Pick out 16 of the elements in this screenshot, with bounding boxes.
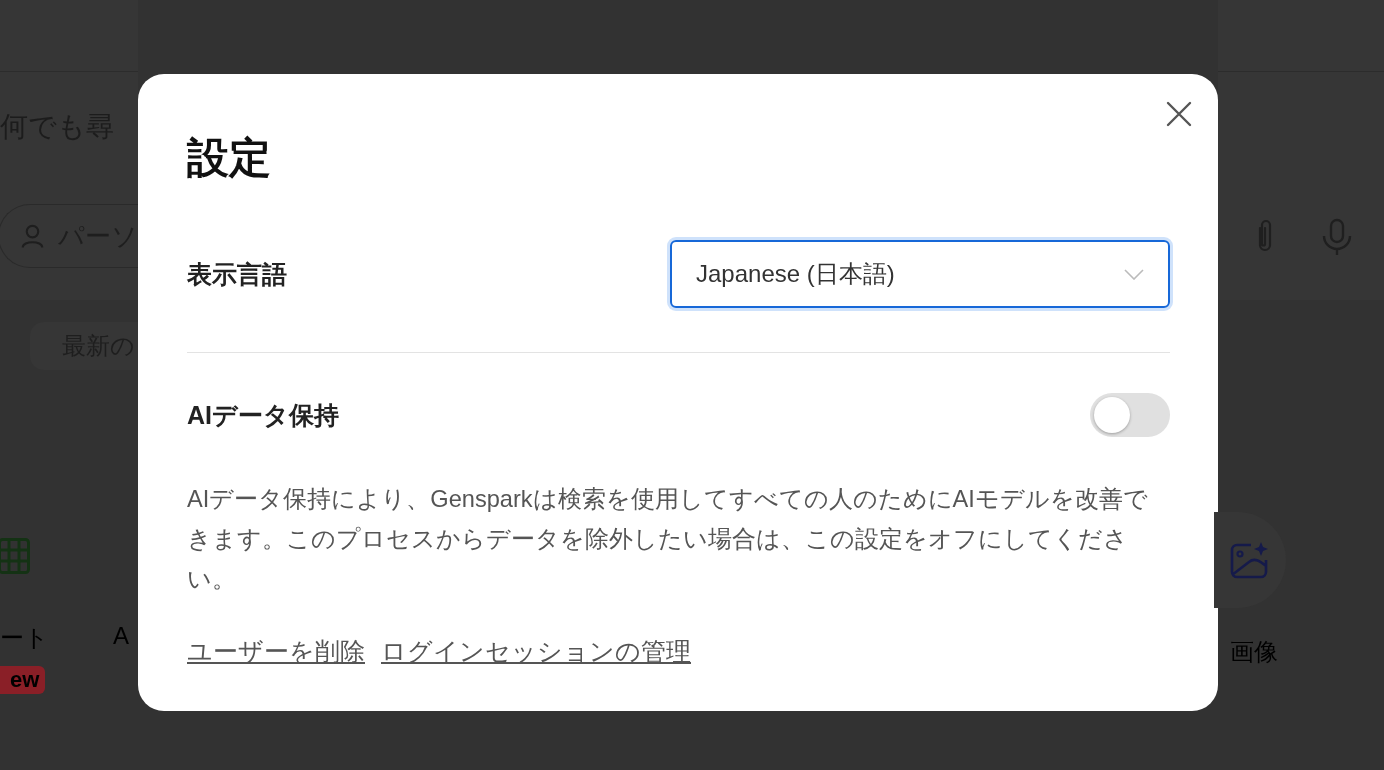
close-icon — [1166, 101, 1192, 127]
setting-label: 表示言語 — [187, 258, 287, 290]
dialog-title: 設定 — [187, 133, 271, 183]
text-link[interactable]: ユーザーを削除 — [187, 635, 365, 668]
person-icon — [21, 222, 44, 250]
language-select[interactable]: Japanese (日本語) — [670, 240, 1170, 308]
chevron-down-icon — [1124, 268, 1144, 280]
new-badge: ew — [0, 666, 46, 694]
close-button[interactable] — [1166, 101, 1192, 127]
microphone-icon[interactable] — [1321, 218, 1353, 256]
setting-description: AIデータ保持により、Gensparkは検索を使用してすべての人のためにAIモデルを改善できます。このプロセスからデータを除外したい場合は、この設定をオフにしてください。 — [187, 485, 1149, 594]
text-link[interactable]: ログインセッションの管理 — [381, 635, 691, 668]
table-icon — [0, 538, 30, 574]
image-tool-button[interactable] — [1214, 512, 1286, 608]
setting-label: AIデータ保持 — [187, 399, 339, 431]
toggle-switch[interactable] — [1090, 393, 1170, 437]
